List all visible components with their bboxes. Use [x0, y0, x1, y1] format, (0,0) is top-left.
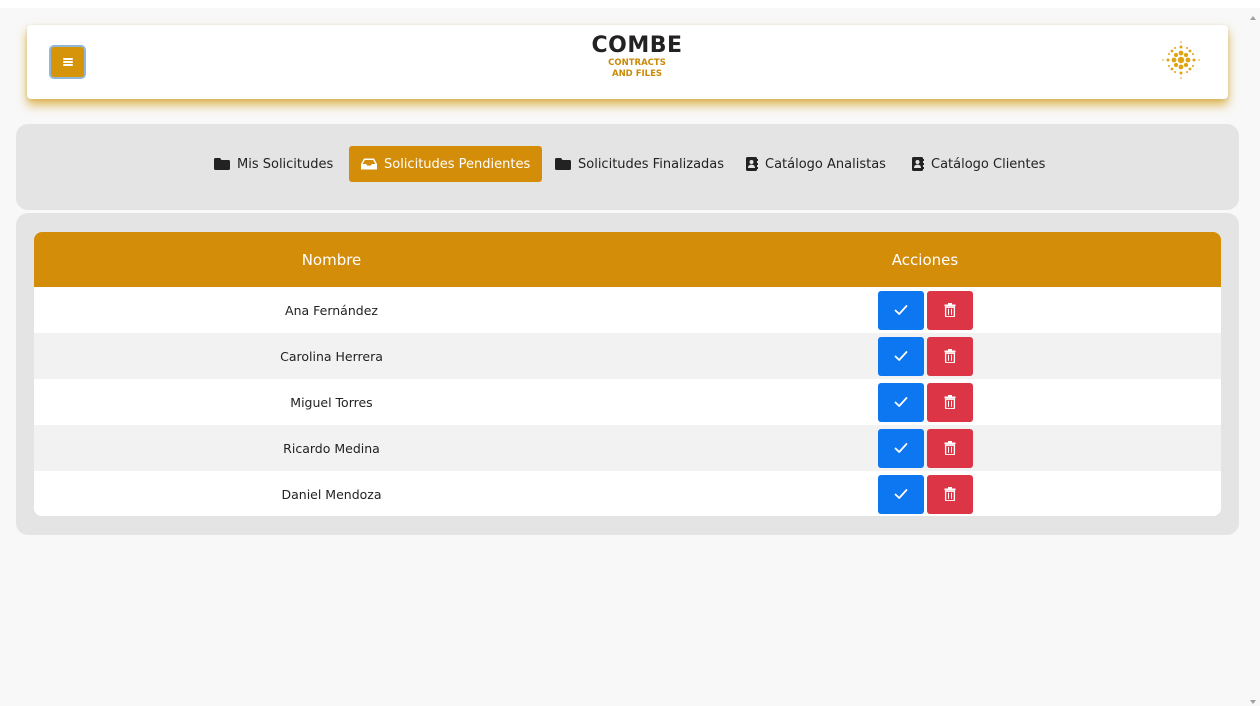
folder-icon — [214, 158, 230, 170]
tab-solicitudes-finalizadas[interactable]: Solicitudes Finalizadas — [543, 146, 736, 182]
app-logo: COMBE CONTRACTS AND FILES — [587, 35, 687, 78]
tab-label: Mis Solicitudes — [237, 156, 334, 172]
check-icon — [894, 489, 907, 499]
nav-tabs-bar: Mis Solicitudes Solicitudes Pendientes S… — [16, 124, 1239, 210]
row-name: Daniel Mendoza — [281, 486, 382, 502]
check-icon — [894, 351, 907, 361]
row-actions — [629, 336, 1221, 376]
row-actions — [629, 382, 1221, 422]
table-row: Daniel Mendoza — [34, 471, 1221, 516]
row-name: Miguel Torres — [290, 394, 373, 410]
check-icon — [894, 397, 907, 407]
approve-button[interactable] — [877, 474, 924, 514]
tab-label: Catálogo Clientes — [931, 156, 1046, 172]
requests-table: Nombre Acciones Ana Fernández Carolina H… — [34, 232, 1221, 516]
row-name: Ana Fernández — [285, 302, 378, 318]
tab-mis-solicitudes[interactable]: Mis Solicitudes — [202, 146, 345, 182]
trash-icon — [944, 303, 955, 317]
table-row: Ricardo Medina — [34, 425, 1221, 471]
logo-subtitle-line1: CONTRACTS — [608, 58, 666, 68]
delete-button[interactable] — [926, 474, 973, 514]
approve-button[interactable] — [877, 428, 924, 468]
row-actions — [629, 428, 1221, 468]
trash-icon — [944, 487, 955, 501]
tab-solicitudes-pendientes[interactable]: Solicitudes Pendientes — [349, 146, 543, 182]
folder-icon — [555, 158, 571, 170]
trash-icon — [944, 441, 955, 455]
tab-label: Solicitudes Finalizadas — [578, 156, 725, 172]
tab-label: Solicitudes Pendientes — [384, 156, 531, 172]
approve-button[interactable] — [877, 382, 924, 422]
check-icon — [894, 443, 907, 453]
delete-button[interactable] — [926, 382, 973, 422]
brand-dots-logo — [1162, 41, 1200, 79]
check-icon — [894, 305, 907, 315]
main-panel: Nombre Acciones Ana Fernández Carolina H… — [16, 213, 1239, 535]
delete-button[interactable] — [926, 336, 973, 376]
app-header: COMBE CONTRACTS AND FILES — [27, 25, 1228, 99]
table-row: Miguel Torres — [34, 379, 1221, 425]
approve-button[interactable] — [877, 290, 924, 330]
trash-icon — [944, 349, 955, 363]
logo-title: COMBE — [591, 33, 683, 58]
table-row: Carolina Herrera — [34, 333, 1221, 379]
trash-icon — [944, 395, 955, 409]
tab-catalogo-analistas[interactable]: Catálogo Analistas — [734, 146, 898, 182]
scroll-down-arrow[interactable] — [1250, 700, 1256, 704]
address-book-icon — [746, 157, 758, 171]
row-name: Carolina Herrera — [280, 348, 383, 364]
column-header-acciones: Acciones — [891, 250, 959, 269]
menu-toggle-button[interactable] — [49, 45, 86, 79]
table-header: Nombre Acciones — [34, 232, 1221, 287]
tab-catalogo-clientes[interactable]: Catálogo Clientes — [900, 146, 1057, 182]
scroll-up-arrow[interactable] — [1250, 16, 1256, 20]
delete-button[interactable] — [926, 428, 973, 468]
delete-button[interactable] — [926, 290, 973, 330]
column-header-nombre: Nombre — [301, 250, 362, 269]
row-actions — [629, 474, 1221, 514]
table-row: Ana Fernández — [34, 287, 1221, 333]
approve-button[interactable] — [877, 336, 924, 376]
tab-label: Catálogo Analistas — [765, 156, 886, 172]
inbox-icon — [361, 158, 377, 170]
top-strip — [0, 0, 1260, 8]
hamburger-icon — [62, 58, 73, 66]
logo-subtitle-line2: AND FILES — [611, 68, 663, 79]
row-actions — [629, 290, 1221, 330]
row-name: Ricardo Medina — [283, 440, 380, 456]
address-book-icon — [912, 157, 924, 171]
